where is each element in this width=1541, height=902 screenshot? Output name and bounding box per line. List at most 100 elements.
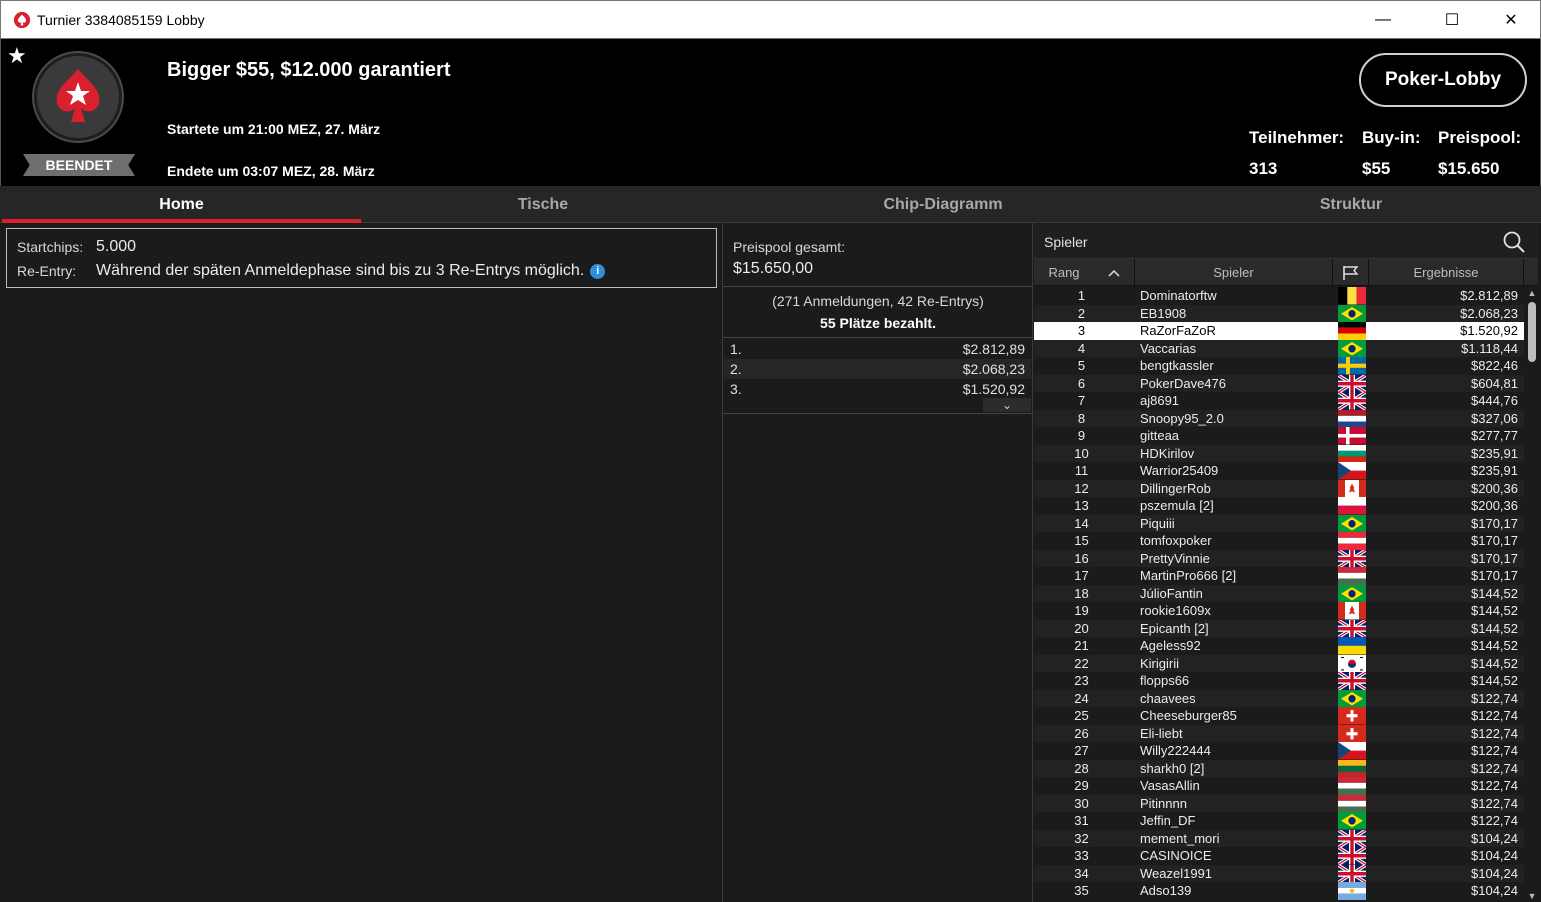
player-result: $104,24 [1471,865,1518,881]
player-rank: 20 [1074,620,1089,636]
player-row[interactable]: 31 Jeffin_DF $122,74 [1034,812,1524,830]
player-row[interactable]: 12 DillingerRob $200,36 [1034,479,1524,497]
player-result: $122,74 [1471,795,1518,811]
player-name: EB1908 [1140,305,1187,321]
player-row[interactable]: 27 Willy222444 $122,74 [1034,742,1524,760]
player-name: tomfoxpoker [1140,533,1212,548]
player-row[interactable]: 8 Snoopy95_2.0 $327,06 [1034,409,1524,428]
player-name: Piquiii [1140,515,1175,531]
player-row[interactable]: 25 Cheeseburger85 $122,74 [1034,707,1524,725]
player-result: $604,81 [1471,375,1518,391]
player-rank: 32 [1074,830,1089,846]
player-name: flopps66 [1140,673,1190,688]
player-row[interactable]: 19 rookie1609x $144,52 [1034,602,1524,620]
player-row[interactable]: 9 gitteaa $277,77 [1034,427,1524,445]
start-time: Startete um 21:00 MEZ, 27. März [167,121,381,137]
column-header-country[interactable] [1333,259,1369,286]
player-row[interactable]: 15 tomfoxpoker $170,17 [1034,532,1524,551]
player-rank: 17 [1074,568,1089,583]
close-button[interactable]: ✕ [1488,1,1534,39]
player-row[interactable]: 17 MartinPro666 [2] $170,17 [1034,567,1524,586]
player-result: $444,76 [1471,393,1518,408]
expand-payouts-icon[interactable]: ⌄ [983,398,1031,412]
player-name: MartinPro666 [2] [1140,568,1237,583]
player-row[interactable]: 29 VasasAllin $122,74 [1034,777,1524,796]
tournament-name: Bigger $55, $12.000 garantiert [167,59,451,81]
player-row[interactable]: 1 Dominatorftw $2.812,89 [1034,287,1524,305]
player-result: $822,46 [1471,358,1518,373]
column-header-player[interactable]: Spieler [1135,259,1333,286]
player-row[interactable]: 18 JúlioFantin $144,52 [1034,584,1524,602]
player-row[interactable]: 16 PrettyVinnie $170,17 [1034,548,1524,569]
player-row[interactable]: 4 Vaccarias $1.118,44 [1034,339,1524,357]
player-name: Jeffin_DF [1140,813,1196,828]
player-row[interactable]: 35 Adso139 $104,24 [1034,882,1524,901]
player-result: $104,24 [1471,830,1518,846]
country-flag-lt-icon [1338,759,1366,778]
player-rank: 22 [1074,655,1089,671]
player-result: $170,17 [1471,568,1518,583]
player-rank: 11 [1074,463,1089,478]
player-name: Epicanth [2] [1140,620,1209,636]
buyin-value: $55 [1362,159,1391,178]
player-name: DillingerRob [1140,480,1211,496]
player-row[interactable]: 3 RaZorFaZoR $1.520,92 [1034,322,1524,341]
column-header-results[interactable]: Ergebnisse [1369,259,1524,286]
country-flag-hu-icon [1338,794,1366,813]
player-row[interactable]: 14 Piquiii $170,17 [1034,514,1524,532]
tab-home[interactable]: Home [2,186,361,223]
player-row[interactable]: 2 EB1908 $2.068,23 [1034,304,1524,322]
players-scrollbar[interactable]: ▲ ▼ [1526,287,1538,902]
country-flag-gb-icon [1337,828,1367,849]
player-row[interactable]: 21 Ageless92 $144,52 [1034,637,1524,655]
tab-struktur[interactable]: Struktur [1163,186,1539,223]
minimize-button[interactable]: — [1360,1,1406,39]
tab-chip-diagramm[interactable]: Chip-Diagramm [723,186,1163,223]
player-row[interactable]: 30 Pitinnnn $122,74 [1034,794,1524,813]
country-flag-gb-icon [1337,548,1367,569]
places-paid-text: 55 Plätze bezahlt. [820,315,936,331]
prizepool-panel: Preispool gesamt: $15.650,00 (271 Anmeld… [723,223,1033,902]
player-search[interactable]: Spieler [1034,225,1538,259]
player-row[interactable]: 28 sharkh0 [2] $122,74 [1034,759,1524,778]
player-rank: 25 [1074,708,1089,723]
player-row[interactable]: 24 chaavees $122,74 [1034,689,1524,707]
poker-lobby-button[interactable]: Poker-Lobby [1359,53,1527,107]
player-result: $170,17 [1471,533,1518,548]
payout-rank: 2. [730,361,742,377]
player-rank: 6 [1077,375,1086,391]
player-row[interactable]: 10 HDKirilov $235,91 [1034,444,1524,463]
player-row[interactable]: 11 Warrior25409 $235,91 [1034,462,1524,480]
player-row[interactable]: 20 Epicanth [2] $144,52 [1034,618,1524,639]
player-row[interactable]: 33 CASINOICE $104,24 [1034,845,1524,866]
player-row[interactable]: 13 pszemula [2] $200,36 [1034,497,1524,515]
player-name: Cheeseburger85 [1140,708,1237,723]
player-row[interactable]: 5 bengtkassler $822,46 [1034,357,1524,375]
player-result: $170,17 [1471,515,1518,531]
player-row[interactable]: 22 Kirigirii $144,52 [1034,654,1524,672]
favorite-star-icon[interactable]: ★ [7,43,27,69]
column-header-rank[interactable]: Rang [1034,259,1135,286]
player-row[interactable]: 7 aj8691 $444,76 [1034,390,1524,411]
player-result: $144,52 [1471,673,1518,688]
player-result: $144,52 [1471,585,1518,601]
info-icon[interactable]: i [590,264,606,279]
maximize-button[interactable]: ☐ [1429,1,1475,39]
player-rank: 10 [1074,445,1089,461]
player-row[interactable]: 23 flopps66 $144,52 [1034,670,1524,691]
player-row[interactable]: 26 Eli-liebt $122,74 [1034,724,1524,742]
scroll-up-icon[interactable]: ▲ [1526,287,1538,299]
player-row[interactable]: 6 PokerDave476 $604,81 [1034,373,1524,394]
payout-amount: $1.520,92 [962,381,1025,397]
player-rank: 35 [1074,883,1089,898]
players-table-header: Rang Spieler Ergebnisse [1034,259,1538,286]
scroll-down-icon[interactable]: ▼ [1526,890,1538,902]
player-row[interactable]: 32 mement_mori $104,24 [1034,828,1524,849]
player-result: $122,74 [1471,813,1518,828]
player-row[interactable]: 34 Weazel1991 $104,24 [1034,863,1524,884]
payout-rank: 3. [730,381,742,397]
scroll-thumb[interactable] [1528,302,1536,362]
column-rank-label: Rang [1048,265,1080,280]
tab-tische[interactable]: Tische [363,186,723,223]
search-icon[interactable] [1502,230,1526,254]
